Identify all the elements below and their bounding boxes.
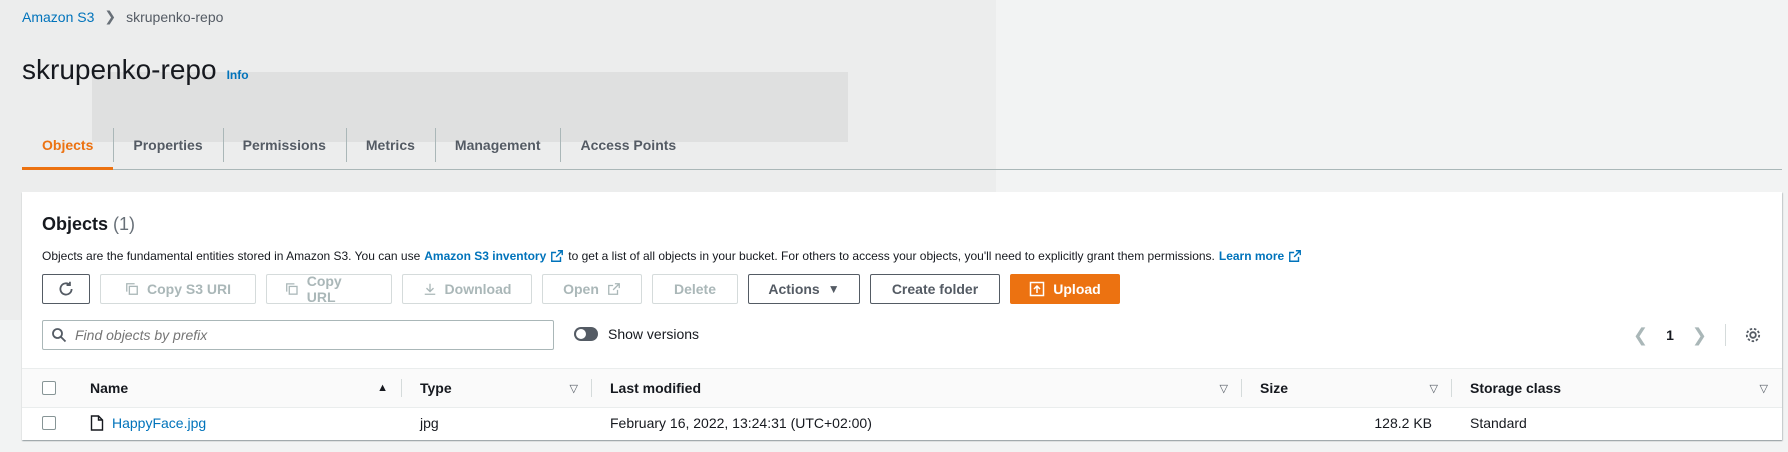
download-label: Download xyxy=(444,281,512,297)
copy-url-button[interactable]: Copy URL xyxy=(266,273,392,305)
search-box xyxy=(42,320,554,350)
select-all-checkbox[interactable] xyxy=(42,381,56,395)
download-icon xyxy=(424,283,435,295)
title-row: skrupenko-repo Info xyxy=(22,54,249,86)
current-page[interactable]: 1 xyxy=(1666,327,1674,343)
learn-more-link[interactable]: Learn more xyxy=(1219,249,1284,263)
copy-s3-uri-button[interactable]: Copy S3 URI xyxy=(100,274,256,304)
search-icon xyxy=(52,328,67,343)
objects-panel: Objects (1) Objects are the fundamental … xyxy=(22,192,1782,440)
external-link-icon xyxy=(607,283,620,295)
column-header-last-modified[interactable]: Last modified ▽ xyxy=(592,369,1242,407)
copy-icon xyxy=(286,283,298,295)
cell-last-modified: February 16, 2022, 13:24:31 (UTC+02:00) xyxy=(610,415,872,431)
tab-objects[interactable]: Objects xyxy=(22,122,114,170)
objects-title-text: Objects xyxy=(42,214,109,234)
open-button[interactable]: Open xyxy=(542,274,642,304)
column-header-name[interactable]: Name ▲ xyxy=(72,369,402,407)
upload-label: Upload xyxy=(1053,281,1101,297)
object-name: HappyFace.jpg xyxy=(112,415,207,431)
cell-name: HappyFace.jpg xyxy=(72,408,402,438)
refresh-button[interactable] xyxy=(42,274,90,304)
file-icon xyxy=(90,415,104,431)
objects-panel-header: Objects (1) Objects are the fundamental … xyxy=(22,192,1782,263)
sort-icon: ▽ xyxy=(569,382,578,395)
chevron-left-icon[interactable]: ❮ xyxy=(1633,325,1648,346)
upload-button[interactable]: Upload xyxy=(1010,274,1120,304)
refresh-icon xyxy=(59,281,73,296)
sort-icon: ▽ xyxy=(1429,382,1438,395)
breadcrumb-amazon-s3[interactable]: Amazon S3 xyxy=(22,9,94,25)
open-label: Open xyxy=(563,281,599,297)
column-class-label: Storage class xyxy=(1470,380,1562,396)
download-button[interactable]: Download xyxy=(402,274,532,304)
tab-metrics[interactable]: Metrics xyxy=(345,122,435,168)
show-versions-toggle-group: Show versions xyxy=(574,326,699,342)
column-name-label: Name xyxy=(90,380,129,396)
select-all-cell xyxy=(22,369,72,407)
objects-toolbar: Copy S3 URI Copy URL Download Open Delet… xyxy=(42,273,1120,305)
delete-button[interactable]: Delete xyxy=(652,274,738,304)
table-header: Name ▲ Type ▽ Last modified ▽ Size ▽ Sto… xyxy=(22,368,1782,408)
upload-icon xyxy=(1030,281,1045,297)
external-link-icon xyxy=(1289,250,1302,262)
actions-label: Actions xyxy=(768,281,820,297)
chevron-right-icon: ❯ xyxy=(104,8,117,24)
sort-ascending-icon: ▲ xyxy=(377,382,388,394)
page-title: skrupenko-repo xyxy=(22,54,217,85)
chevron-right-icon[interactable]: ❯ xyxy=(1692,325,1707,346)
row-checkbox[interactable] xyxy=(42,416,56,430)
desc-text-before: Objects are the fundamental entities sto… xyxy=(42,249,421,263)
pagination: ❮ 1 ❯ xyxy=(1633,320,1762,350)
desc-text-after: to get a list of all objects in your buc… xyxy=(568,249,1215,263)
external-link-icon xyxy=(551,250,564,262)
sort-icon: ▽ xyxy=(1219,382,1228,395)
show-versions-toggle[interactable] xyxy=(574,327,598,341)
objects-table: Name ▲ Type ▽ Last modified ▽ Size ▽ Sto… xyxy=(22,368,1782,438)
column-modified-label: Last modified xyxy=(610,380,702,396)
inventory-link[interactable]: Amazon S3 inventory xyxy=(424,249,546,263)
cell-type: jpg xyxy=(420,415,439,431)
tab-management[interactable]: Management xyxy=(434,122,561,168)
actions-dropdown-button[interactable]: Actions ▼ xyxy=(748,274,860,304)
cell-storage-class: Standard xyxy=(1470,415,1527,431)
column-header-type[interactable]: Type ▽ xyxy=(402,369,592,407)
s3-console-page: Amazon S3 ❯ skrupenko-repo skrupenko-rep… xyxy=(0,0,1788,452)
breadcrumb: Amazon S3 ❯ skrupenko-repo xyxy=(22,8,223,25)
create-folder-button[interactable]: Create folder xyxy=(870,274,1000,304)
column-header-size[interactable]: Size ▽ xyxy=(1242,369,1452,407)
objects-count: (1) xyxy=(113,214,136,234)
caret-down-icon: ▼ xyxy=(827,282,840,296)
objects-title: Objects (1) xyxy=(42,214,1762,235)
create-folder-label: Create folder xyxy=(891,281,979,297)
gear-icon[interactable] xyxy=(1744,326,1762,344)
column-header-storage-class[interactable]: Storage class ▽ xyxy=(1452,369,1782,407)
bucket-tabs: Objects Properties Permissions Metrics M… xyxy=(22,122,1782,170)
tab-access-points[interactable]: Access Points xyxy=(560,122,696,168)
show-versions-label: Show versions xyxy=(608,326,700,342)
filter-row: Show versions ❮ 1 ❯ xyxy=(42,320,1762,352)
breadcrumb-current: skrupenko-repo xyxy=(126,8,224,25)
row-select-cell xyxy=(22,408,72,438)
info-link[interactable]: Info xyxy=(227,68,249,82)
delete-label: Delete xyxy=(673,281,717,297)
copy-icon xyxy=(126,283,138,295)
column-size-label: Size xyxy=(1260,380,1289,396)
object-link[interactable]: HappyFace.jpg xyxy=(90,415,206,431)
sort-icon: ▽ xyxy=(1759,382,1768,395)
copy-s3-uri-label: Copy S3 URI xyxy=(146,281,231,297)
cell-size: 128.2 KB xyxy=(1374,415,1432,431)
tab-properties[interactable]: Properties xyxy=(113,122,222,168)
pager-divider xyxy=(1725,324,1726,346)
search-input[interactable] xyxy=(75,327,535,343)
objects-description: Objects are the fundamental entities sto… xyxy=(42,249,1762,263)
tab-permissions[interactable]: Permissions xyxy=(222,122,346,168)
copy-url-label: Copy URL xyxy=(306,273,342,305)
column-type-label: Type xyxy=(420,380,452,396)
table-row[interactable]: HappyFace.jpg jpg February 16, 2022, 13:… xyxy=(22,408,1782,438)
